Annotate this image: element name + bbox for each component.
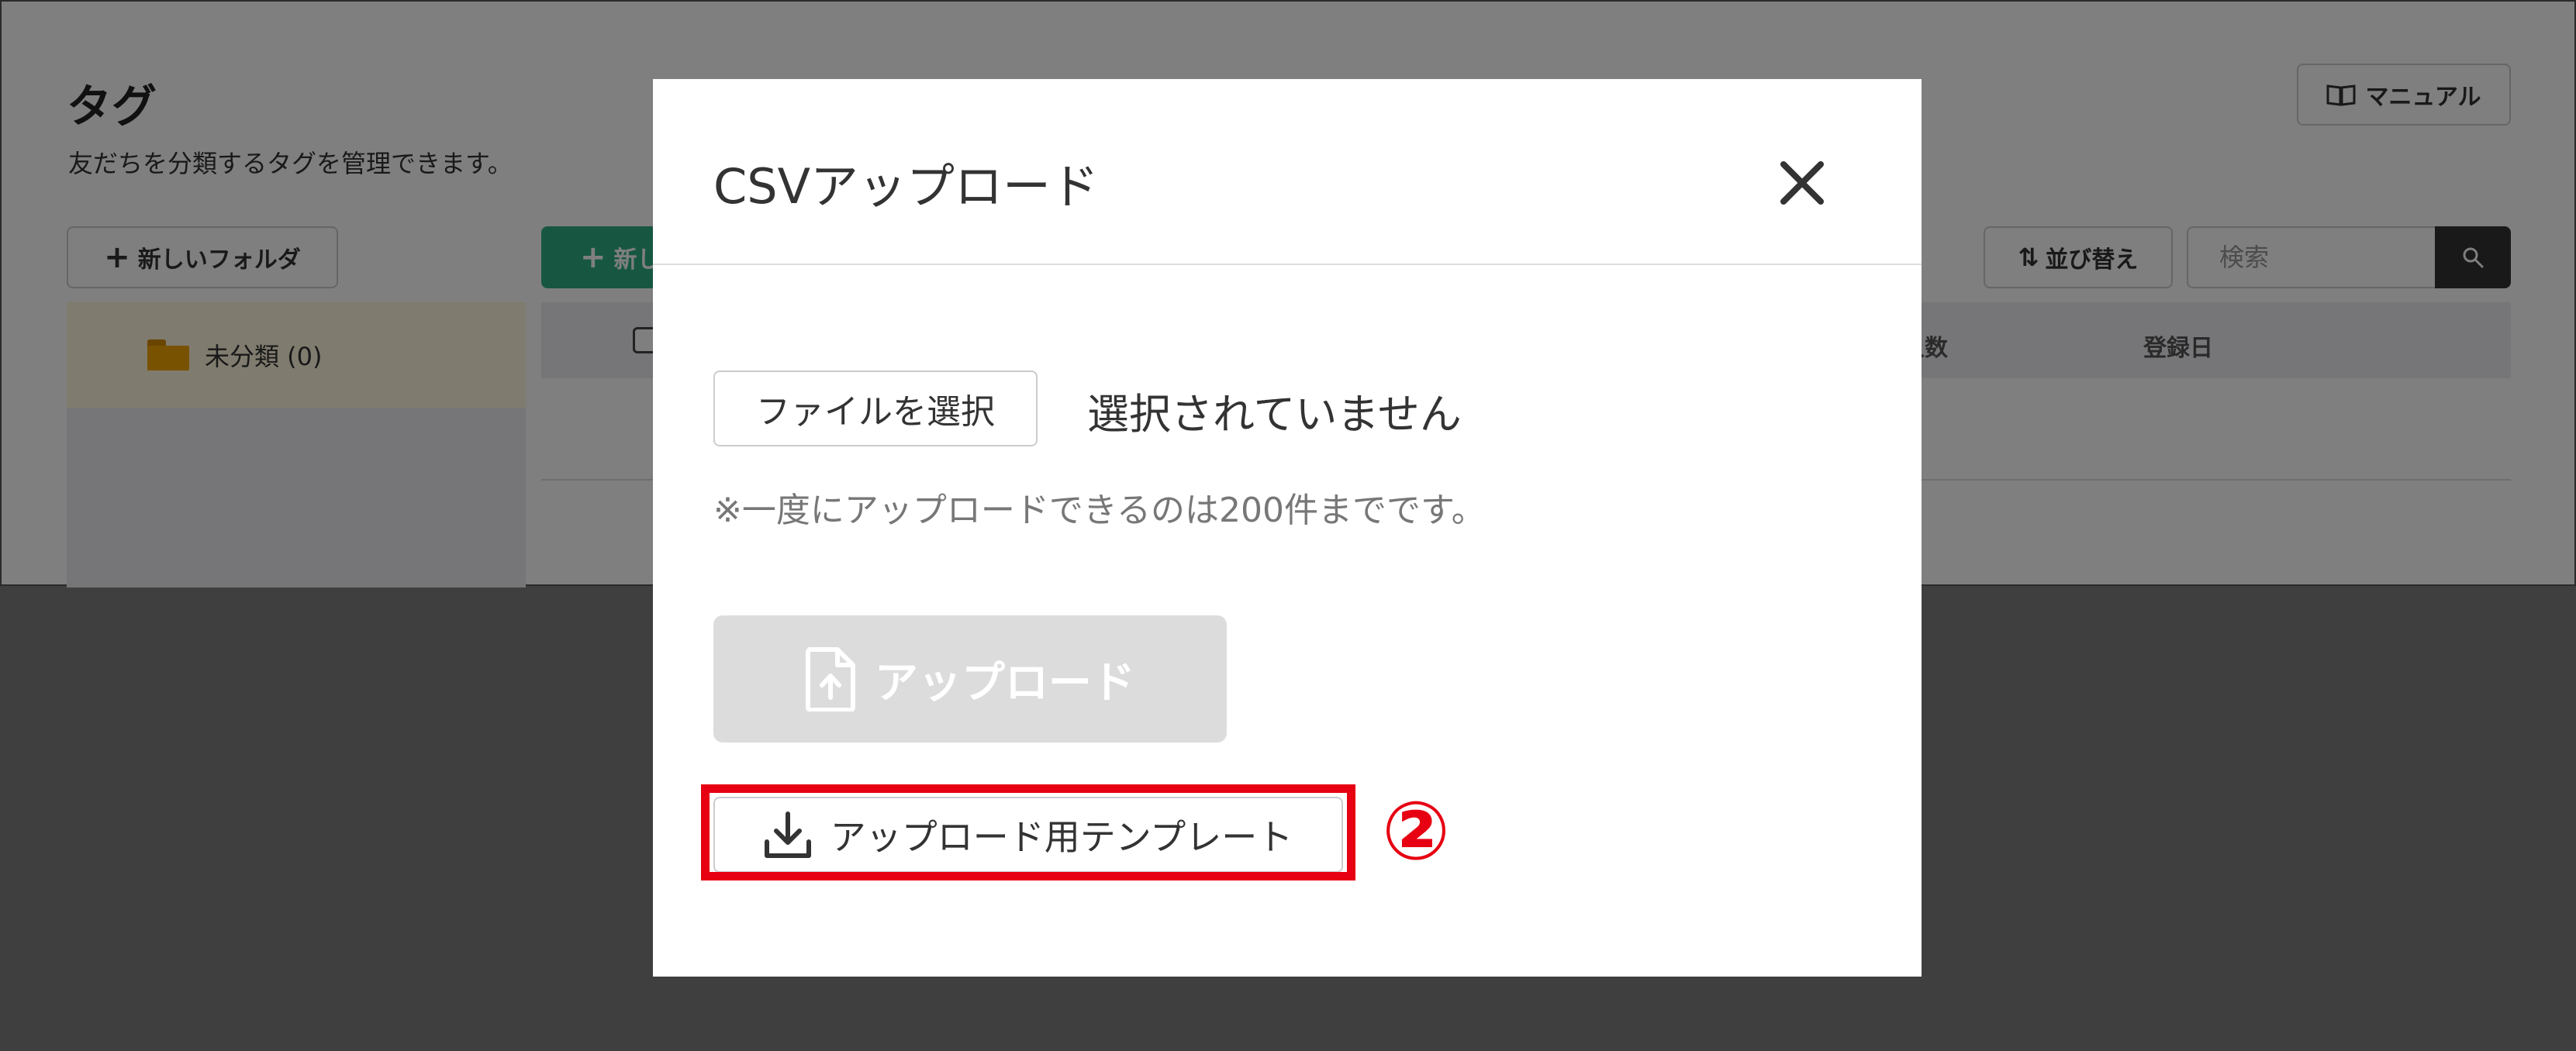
choose-file-button[interactable]: ファイルを選択 (713, 370, 1038, 446)
upload-limit-note: ※一度にアップロードできるのは200件までです。 (713, 491, 1486, 530)
file-status-text: 選択されていません (1087, 390, 1462, 439)
upload-button-label: アップロード (875, 657, 1135, 708)
modal-header: CSVアップロード (653, 79, 1922, 265)
modal-title: CSVアップロード (713, 158, 1100, 215)
file-upload-icon (806, 647, 855, 712)
annotation-highlight-box (701, 784, 1355, 880)
upload-button[interactable]: アップロード (713, 615, 1227, 743)
annotation-step-number: ② (1381, 784, 1451, 878)
close-icon (1780, 161, 1824, 205)
close-button[interactable] (1770, 150, 1835, 215)
